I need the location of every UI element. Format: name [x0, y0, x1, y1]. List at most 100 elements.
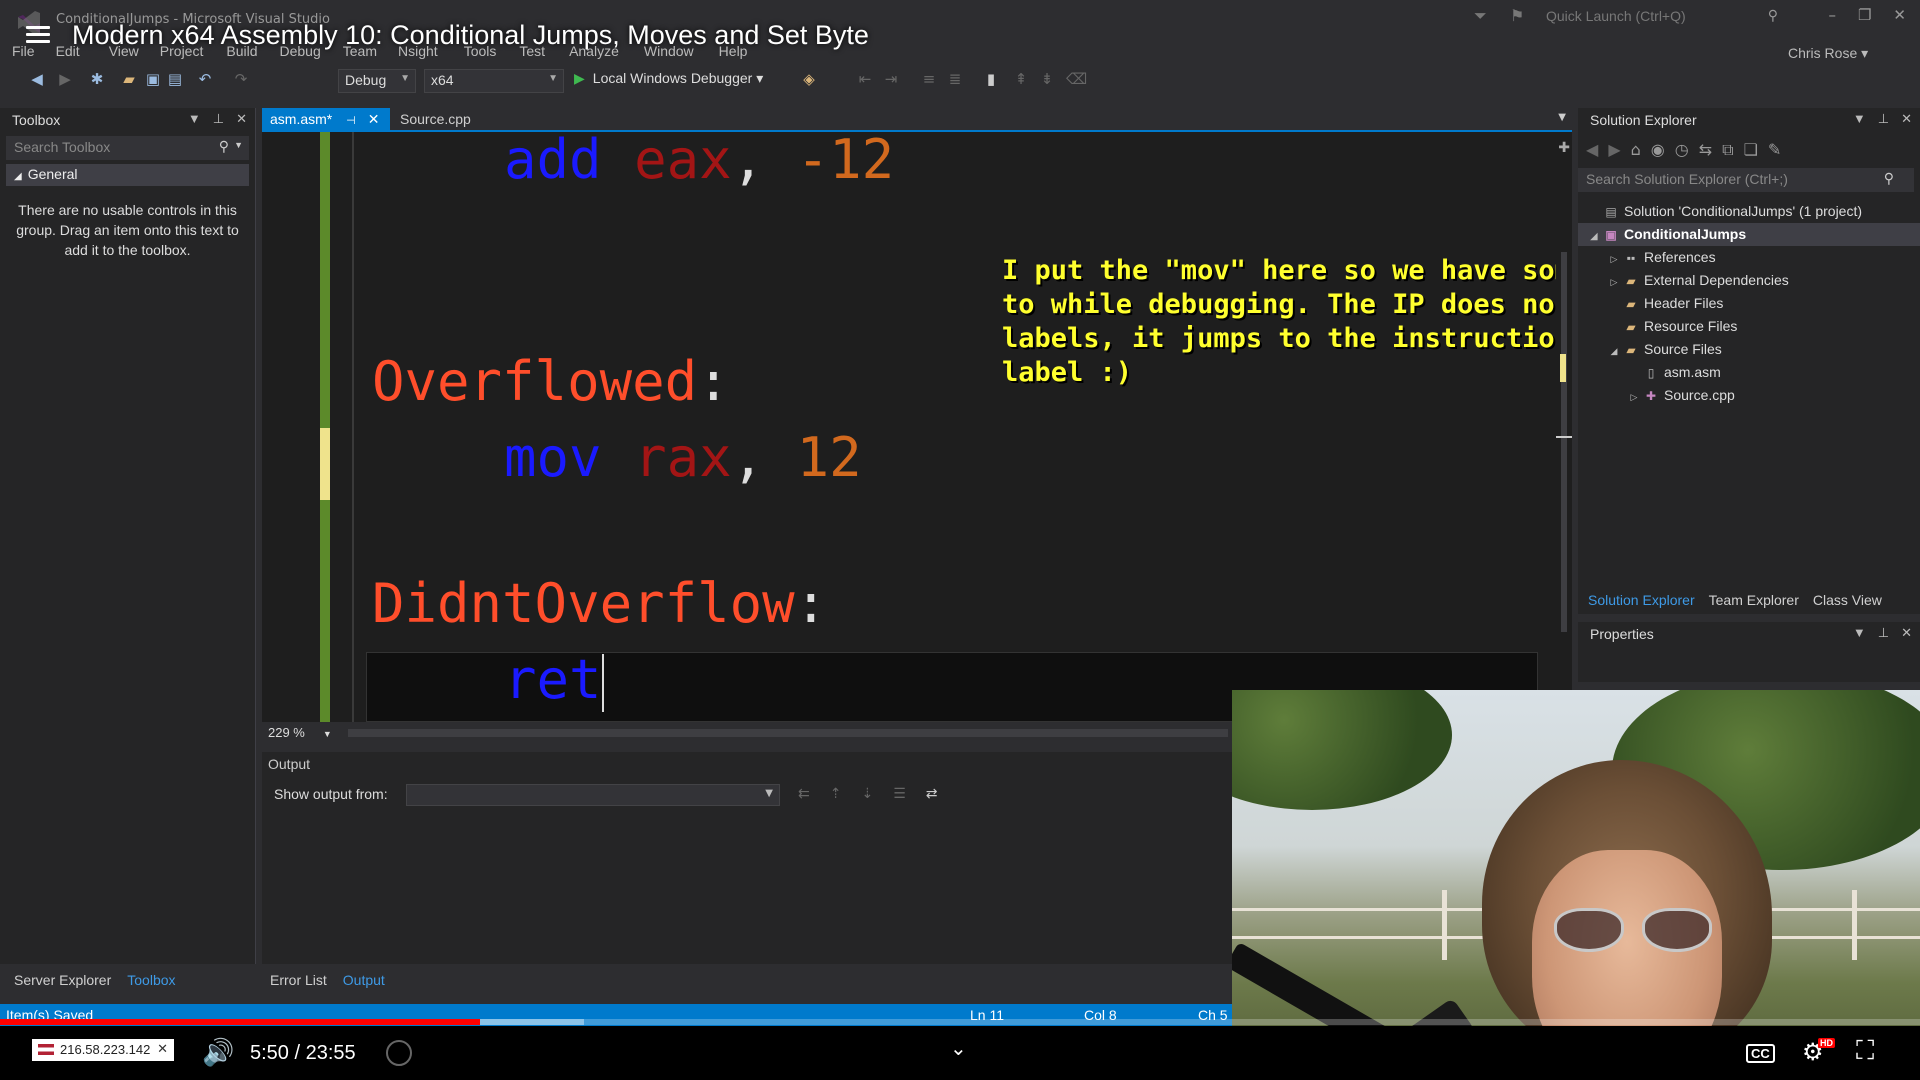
filter-icon[interactable]: ⏷ [1474, 6, 1487, 26]
menu-tools[interactable]: Tools [464, 43, 497, 59]
menu-view[interactable]: View [109, 43, 139, 59]
tree-item-asm-asm[interactable]: ▯ asm.asm [1578, 361, 1920, 384]
comment-icon[interactable]: ≡ [920, 70, 938, 88]
collapse-all-icon[interactable]: ⧉ [1722, 140, 1733, 160]
chrome-taskbar-icon[interactable] [386, 1040, 412, 1066]
pending-changes-icon[interactable]: ◷ [1675, 140, 1689, 160]
tree-item-source-files[interactable]: ◢ ▰ Source Files [1578, 338, 1920, 361]
tab-list-icon[interactable]: ▼ [1558, 112, 1566, 123]
tree-item-references[interactable]: ▷ ▪▪ References [1578, 246, 1920, 269]
tab-error-list[interactable]: Error List [270, 972, 327, 988]
toolbox-group-general[interactable]: ◢ General [6, 164, 249, 186]
output-source-select[interactable]: ▼ [406, 784, 780, 806]
menu-debug[interactable]: Debug [280, 43, 321, 59]
home-icon[interactable]: ⌂ [1631, 140, 1641, 160]
next-bookmark-icon[interactable]: ⇟ [1038, 70, 1056, 88]
user-name[interactable]: Chris Rose ▾ [1788, 45, 1868, 62]
tab-source-cpp[interactable]: Source.cpp [392, 108, 492, 132]
forward-icon[interactable]: ▶ [1608, 140, 1620, 160]
bookmark-icon[interactable]: ▮ [982, 70, 1000, 88]
undo-icon[interactable]: ↶ [196, 70, 214, 88]
menu-analyze[interactable]: Analyze [569, 43, 619, 59]
code-editor[interactable]: add eax, -12 Overflowed: mov rax, 12 Did… [262, 132, 1572, 722]
solution-platform-select[interactable]: x64 ▼ [424, 69, 564, 93]
clear-bookmarks-icon[interactable]: ⌫ [1066, 70, 1087, 88]
menu-nsight[interactable]: Nsight [398, 43, 438, 59]
tree-item-resource-files[interactable]: ▰ Resource Files [1578, 315, 1920, 338]
close-icon[interactable]: ✕ [1893, 6, 1906, 24]
feedback-icon[interactable]: ⚑ [1510, 6, 1524, 25]
open-file-icon[interactable]: ▰ [120, 70, 138, 88]
prev-message-icon[interactable]: ⇡ [830, 786, 842, 802]
tab-class-view[interactable]: Class View [1813, 592, 1882, 608]
tab-asm-asm[interactable]: asm.asm* ⊣ ✕ [262, 108, 390, 132]
new-project-icon[interactable]: ✱ [88, 70, 106, 88]
menu-build[interactable]: Build [226, 43, 257, 59]
tab-team-explorer[interactable]: Team Explorer [1709, 592, 1799, 608]
pin-icon[interactable]: ⊥ [213, 111, 224, 127]
tree-item-project[interactable]: ◢ ▣ ConditionalJumps [1578, 223, 1920, 246]
tab-solution-explorer[interactable]: Solution Explorer [1588, 592, 1695, 608]
menu-project[interactable]: Project [160, 43, 204, 59]
zoom-select[interactable]: 229 % ▼ [268, 725, 332, 740]
scrollbar-thumb[interactable] [1561, 252, 1567, 632]
back-icon[interactable]: ◀ [1586, 140, 1598, 160]
menu-team[interactable]: Team [343, 43, 377, 59]
uncomment-icon[interactable]: ≣ [946, 70, 964, 88]
close-icon[interactable]: ✕ [368, 111, 380, 127]
find-in-files-icon[interactable]: ◈ [800, 70, 818, 88]
collapsed-icon[interactable]: ▷ [1606, 271, 1622, 294]
prev-bookmark-icon[interactable]: ⇞ [1012, 70, 1030, 88]
close-icon[interactable]: ✕ [236, 111, 247, 127]
tree-item-header-files[interactable]: ▰ Header Files [1578, 292, 1920, 315]
video-progress-bar[interactable] [0, 1019, 1920, 1025]
properties-icon[interactable]: ✎ [1768, 140, 1781, 160]
solution-search-input[interactable]: Search Solution Explorer (Ctrl+;) ⚲ [1578, 168, 1914, 192]
pin-icon[interactable]: ⊣ [346, 115, 356, 127]
expanded-icon[interactable]: ◢ [1606, 340, 1622, 363]
tree-item-source-cpp[interactable]: ▷ ✚ Source.cpp [1578, 384, 1920, 407]
quick-launch-input[interactable]: Quick Launch (Ctrl+Q) ⚲ [1534, 4, 1786, 30]
tree-item-external-dependencies[interactable]: ▷ ▰ External Dependencies [1578, 269, 1920, 292]
menu-file[interactable]: File [12, 43, 35, 59]
solution-configuration-select[interactable]: Debug ▼ [338, 69, 416, 93]
vertical-scrollbar[interactable]: ✚ [1556, 132, 1572, 722]
next-message-icon[interactable]: ⇣ [861, 786, 873, 802]
clear-all-icon[interactable]: ☰ [893, 786, 906, 802]
chevron-down-icon[interactable]: ▼ [234, 140, 243, 150]
pin-icon[interactable]: ⊥ [1878, 625, 1889, 641]
switch-views-icon[interactable]: ◉ [1651, 140, 1665, 160]
toolbox-search-input[interactable]: Search Toolbox ⚲ ▼ [6, 136, 249, 160]
close-icon[interactable]: ✕ [157, 1041, 168, 1057]
volume-icon[interactable]: 🔊 [202, 1038, 234, 1068]
save-icon[interactable]: ▣ [144, 70, 162, 88]
find-message-icon[interactable]: ⇇ [798, 786, 810, 802]
split-window-icon[interactable]: ✚ [1558, 140, 1570, 156]
outdent-icon[interactable]: ⇥ [882, 70, 900, 88]
menu-test[interactable]: Test [519, 43, 545, 59]
word-wrap-icon[interactable]: ⇄ [926, 786, 938, 802]
hamburger-menu-icon[interactable] [26, 26, 50, 44]
forward-icon[interactable]: ▶ [56, 70, 74, 88]
minimize-icon[interactable]: – [1828, 6, 1836, 24]
back-icon[interactable]: ◀ [28, 70, 46, 88]
horizontal-scrollbar[interactable] [348, 729, 1228, 737]
show-all-files-icon[interactable]: ❏ [1744, 140, 1758, 160]
close-icon[interactable]: ✕ [1901, 625, 1912, 641]
exit-fullscreen-icon[interactable]: ⛶ [1856, 1036, 1874, 1067]
collapsed-icon[interactable]: ▷ [1626, 386, 1642, 409]
redo-icon[interactable]: ↷ [232, 70, 250, 88]
indent-icon[interactable]: ⇤ [856, 70, 874, 88]
menu-help[interactable]: Help [719, 43, 748, 59]
panel-menu-icon[interactable]: ▼ [1853, 625, 1866, 641]
panel-menu-icon[interactable]: ▼ [188, 111, 201, 127]
tree-item-solution[interactable]: ▤ Solution 'ConditionalJumps' (1 project) [1578, 200, 1920, 223]
restore-icon[interactable]: ❐ [1858, 6, 1871, 24]
start-debugger-button[interactable]: ▶ Local Windows Debugger ▾ [574, 70, 763, 87]
collapsed-icon[interactable]: ▷ [1606, 248, 1622, 271]
close-icon[interactable]: ✕ [1901, 111, 1912, 127]
menu-window[interactable]: Window [644, 43, 694, 59]
sync-icon[interactable]: ⇆ [1699, 140, 1712, 160]
menu-edit[interactable]: Edit [56, 43, 80, 59]
save-all-icon[interactable]: ▤ [166, 70, 184, 88]
